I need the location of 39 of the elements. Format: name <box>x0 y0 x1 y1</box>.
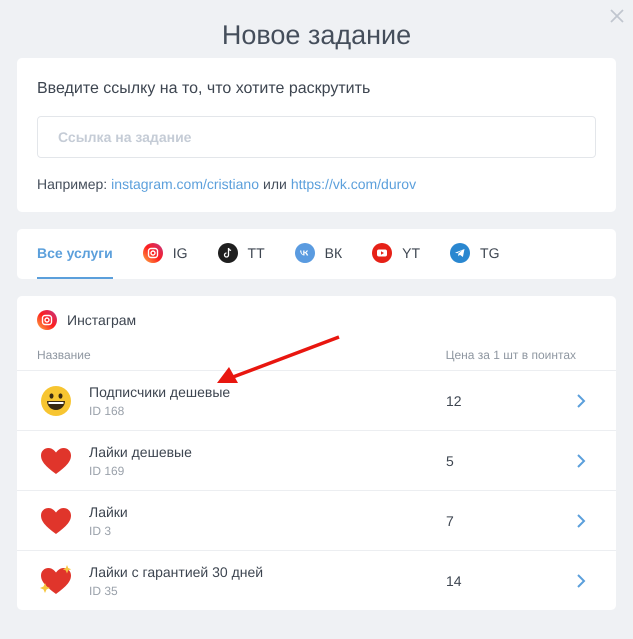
service-name: Лайки дешевые <box>89 444 193 460</box>
example-label: Например: <box>37 176 108 192</box>
column-header: Название <box>37 348 91 362</box>
service-id: ID 3 <box>89 524 112 538</box>
service-price: 5 <box>446 452 455 468</box>
paper-plane-icon <box>450 243 470 263</box>
service-row[interactable]: Лайки с гарантией 30 дней ID 35 14 <box>17 550 616 610</box>
section-title: Инстаграм <box>67 312 136 328</box>
chevron-right-icon <box>576 514 586 528</box>
chevron-right-icon <box>576 454 586 468</box>
camera-icon <box>37 310 57 330</box>
service-price: 12 <box>446 392 463 408</box>
service-id: ID 35 <box>89 584 119 598</box>
platform-tab[interactable]: ВК <box>294 229 342 279</box>
vk-icon <box>294 243 315 263</box>
service-id: ID 168 <box>89 404 126 418</box>
service-name: Лайки <box>89 504 129 520</box>
platform-tab[interactable]: TT <box>218 229 265 279</box>
service-name: Лайки с гарантией 30 дней <box>89 564 264 580</box>
column-header: Цена за 1 шт в поинтах <box>446 348 576 362</box>
camera-icon <box>142 243 163 263</box>
smiley-icon <box>39 384 73 418</box>
service-row[interactable]: Лайки дешевые ID 169 5 <box>17 430 616 490</box>
or-label: или <box>263 176 287 192</box>
platform-tab[interactable]: TG <box>450 229 500 279</box>
service-price: 7 <box>446 512 455 528</box>
dialog-title: Новое задание <box>220 19 412 52</box>
play-icon <box>372 243 392 263</box>
platform-tab[interactable]: IG <box>142 229 188 279</box>
music-note-icon <box>218 243 238 263</box>
link-field[interactable]: Ссылка на задание <box>37 116 596 158</box>
service-name: Подписчики дешевые <box>89 384 232 400</box>
chevron-right-icon <box>576 394 586 408</box>
link-label: Введите ссылку на то, что хотите раскрутить <box>37 80 372 98</box>
service-id: ID 169 <box>89 464 126 478</box>
service-row[interactable]: Лайки ID 3 7 <box>17 490 616 550</box>
service-price: 14 <box>446 572 463 588</box>
platform-tab[interactable]: YT <box>372 229 420 279</box>
chevron-right-icon <box>576 574 586 588</box>
